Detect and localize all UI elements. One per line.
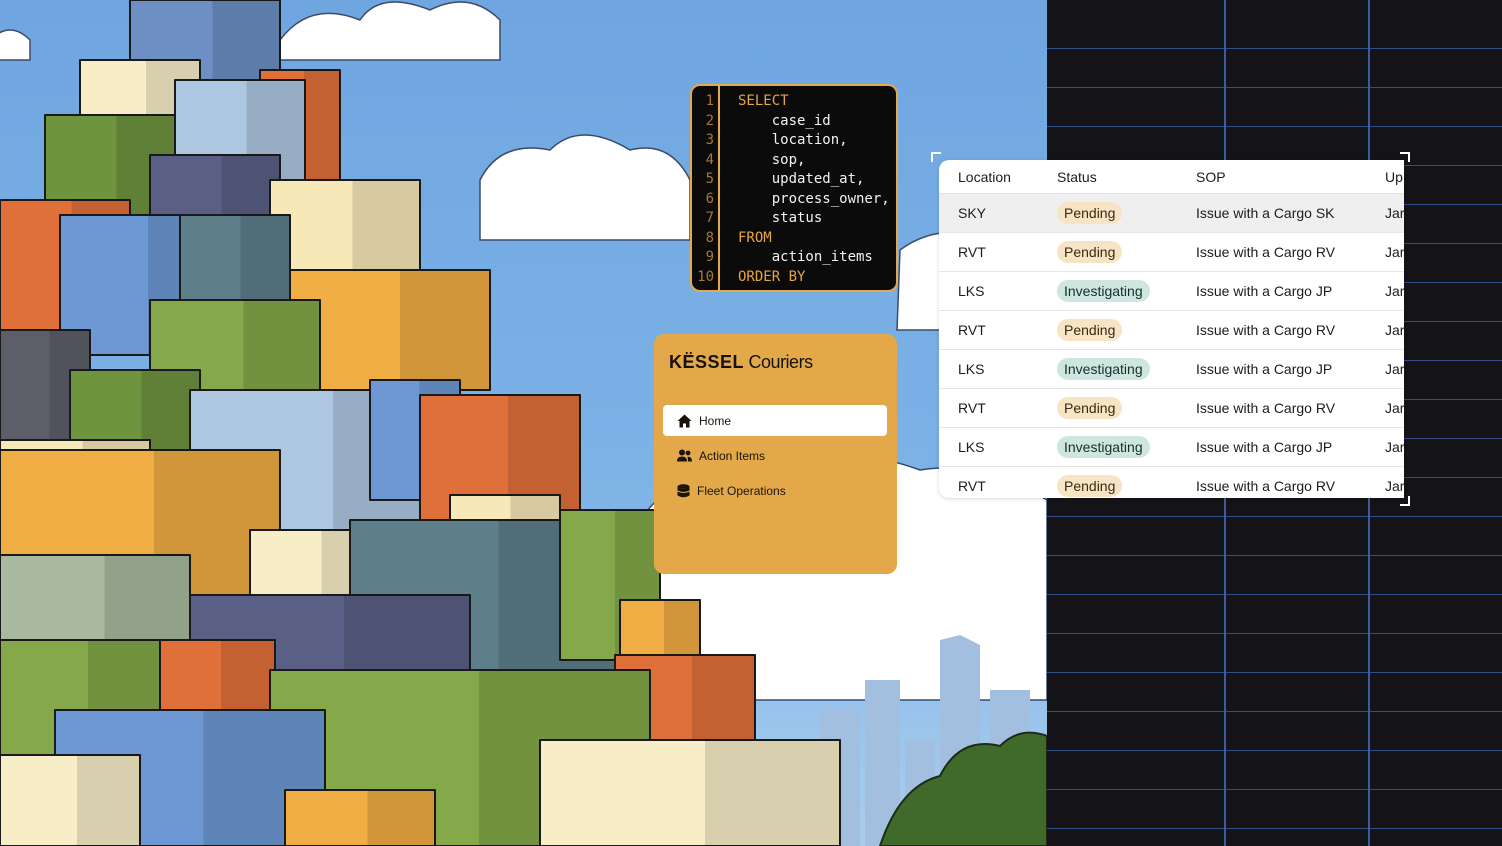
nav-item-label: Home (699, 413, 732, 428)
column-header-status[interactable]: Status (1057, 160, 1097, 193)
updated-cell: Jar (1385, 244, 1404, 260)
line-number: 3 (705, 132, 714, 148)
table-row[interactable]: RVT Pending Issue with a Cargo RV Jar (939, 467, 1404, 498)
location-cell: RVT (958, 244, 986, 260)
line-number: 9 (705, 249, 714, 265)
updated-cell: Jar (1385, 322, 1404, 338)
cube-shade (77, 755, 140, 846)
location-cell: SKY (958, 205, 987, 221)
code-text: process_owner, (738, 190, 890, 207)
updated-cell: Jar (1385, 283, 1404, 299)
nav-item-home[interactable]: Home (663, 405, 887, 436)
nav-item-label: Fleet Operations (697, 483, 786, 498)
code-text: case_id (738, 112, 831, 129)
table-header: Location Status SOP Up (939, 160, 1404, 194)
code-text: status (738, 210, 823, 226)
cube-shade (400, 270, 490, 390)
nav-item-action-items[interactable]: Action Items (663, 440, 887, 471)
status-cell: Pending (1057, 311, 1123, 349)
updated-cell: Jar (1385, 400, 1404, 416)
sop-cell: Issue with a Cargo JP (1196, 283, 1333, 299)
location-cell: RVT (958, 322, 986, 338)
table-row[interactable]: RVT Pending Issue with a Cargo RV Jar (939, 389, 1404, 428)
location-cell: LKS (958, 283, 985, 299)
location-cell: RVT (958, 400, 986, 416)
status-badge: Investigating (1057, 436, 1150, 458)
table-row[interactable]: LKS Investigating Issue with a Cargo JP Jar (939, 272, 1404, 311)
status-cell: Pending (1057, 233, 1123, 271)
status-cell: Pending (1057, 467, 1123, 498)
code-text: updated_at, (738, 171, 865, 187)
brand-logo: KËSSEL Couriers (669, 352, 813, 372)
location-cell: RVT (958, 478, 986, 494)
home-icon (677, 414, 692, 427)
status-badge: Pending (1057, 475, 1123, 497)
updated-cell: Jar (1385, 439, 1404, 455)
line-number: 6 (705, 190, 714, 207)
nav-item-fleet-operations[interactable]: Fleet Operations (663, 475, 887, 506)
sql-editor[interactable]: 1 SELECT 2 case_id 3 location, 4 sop, 5 updat… (690, 84, 898, 292)
status-badge: Pending (1057, 319, 1123, 341)
code-text: ORDER BY (738, 268, 806, 285)
updated-cell: Jar (1385, 361, 1404, 377)
database-icon (677, 483, 690, 497)
line-number: 2 (705, 112, 714, 129)
column-header-updated[interactable]: Up (1385, 160, 1403, 193)
code-text: location, (738, 132, 848, 148)
status-badge: Investigating (1057, 280, 1150, 302)
navigation-card: KËSSEL Couriers Home Action Items Fleet … (654, 334, 897, 574)
status-badge: Pending (1057, 241, 1123, 263)
status-cell: Investigating (1057, 272, 1150, 310)
line-number: 1 (705, 93, 714, 109)
line-number: 8 (705, 229, 714, 246)
code-text: SELECT (738, 93, 789, 109)
action-items-table: Location Status SOP Up SKY Pending Issue w… (939, 160, 1404, 498)
sop-cell: Issue with a Cargo RV (1196, 478, 1336, 494)
sop-cell: Issue with a Cargo RV (1196, 244, 1336, 260)
cube-shade (367, 790, 435, 846)
status-badge: Investigating (1057, 358, 1150, 380)
status-badge: Pending (1057, 202, 1123, 224)
table-row[interactable]: RVT Pending Issue with a Cargo RV Jar (939, 311, 1404, 350)
code-text: FROM (738, 229, 772, 246)
line-number: 7 (705, 210, 714, 226)
sop-cell: Issue with a Cargo SK (1196, 205, 1335, 221)
table-row[interactable]: SKY Pending Issue with a Cargo SK Jar (939, 194, 1404, 233)
column-header-sop[interactable]: SOP (1196, 160, 1226, 193)
cube-shade (304, 70, 340, 180)
updated-cell: Jar (1385, 205, 1404, 221)
code-text: action_items (738, 249, 873, 265)
table-row[interactable]: LKS Investigating Issue with a Cargo JP Jar (939, 350, 1404, 389)
sop-cell: Issue with a Cargo JP (1196, 361, 1333, 377)
sop-cell: Issue with a Cargo RV (1196, 322, 1336, 338)
table-row[interactable]: RVT Pending Issue with a Cargo RV Jar (939, 233, 1404, 272)
line-number: 10 (697, 268, 714, 285)
users-icon (677, 449, 692, 462)
line-number: 4 (705, 151, 714, 168)
line-number: 5 (705, 171, 714, 187)
code-text: sop, (738, 151, 806, 168)
cube-shade (705, 740, 840, 846)
status-cell: Investigating (1057, 428, 1150, 466)
location-cell: LKS (958, 361, 985, 377)
status-cell: Pending (1057, 194, 1123, 232)
status-cell: Investigating (1057, 350, 1150, 388)
column-header-location[interactable]: Location (958, 160, 1011, 193)
status-cell: Pending (1057, 389, 1123, 427)
location-cell: LKS (958, 439, 985, 455)
sop-cell: Issue with a Cargo RV (1196, 400, 1336, 416)
status-badge: Pending (1057, 397, 1123, 419)
updated-cell: Jar (1385, 478, 1404, 494)
sop-cell: Issue with a Cargo JP (1196, 439, 1333, 455)
table-row[interactable]: LKS Investigating Issue with a Cargo JP Jar (939, 428, 1404, 467)
nav-item-label: Action Items (699, 448, 766, 463)
